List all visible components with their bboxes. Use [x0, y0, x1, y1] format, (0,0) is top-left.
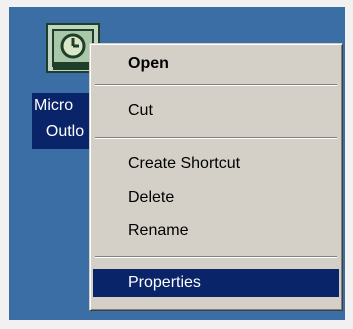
menu-item-delete[interactable]: Delete: [93, 184, 339, 212]
menu-item-create-shortcut[interactable]: Create Shortcut: [93, 150, 339, 178]
screenshot-frame-left: [0, 0, 9, 329]
desktop: Micro Outlo Open Cut Create Shortcut Del…: [9, 7, 345, 320]
menu-item-open[interactable]: Open: [93, 50, 339, 78]
menu-separator: [95, 256, 337, 258]
menu-item-cut[interactable]: Cut: [93, 97, 339, 125]
menu-item-properties[interactable]: Properties: [93, 269, 339, 297]
menu-separator: [95, 137, 337, 139]
menu-item-rename[interactable]: Rename: [93, 217, 339, 245]
screenshot-frame-right: [345, 0, 353, 329]
screenshot-frame-top: [0, 0, 353, 7]
context-menu: Open Cut Create Shortcut Delete Rename P…: [89, 43, 343, 311]
menu-separator: [95, 84, 337, 86]
screenshot-frame-bottom: [0, 320, 353, 329]
